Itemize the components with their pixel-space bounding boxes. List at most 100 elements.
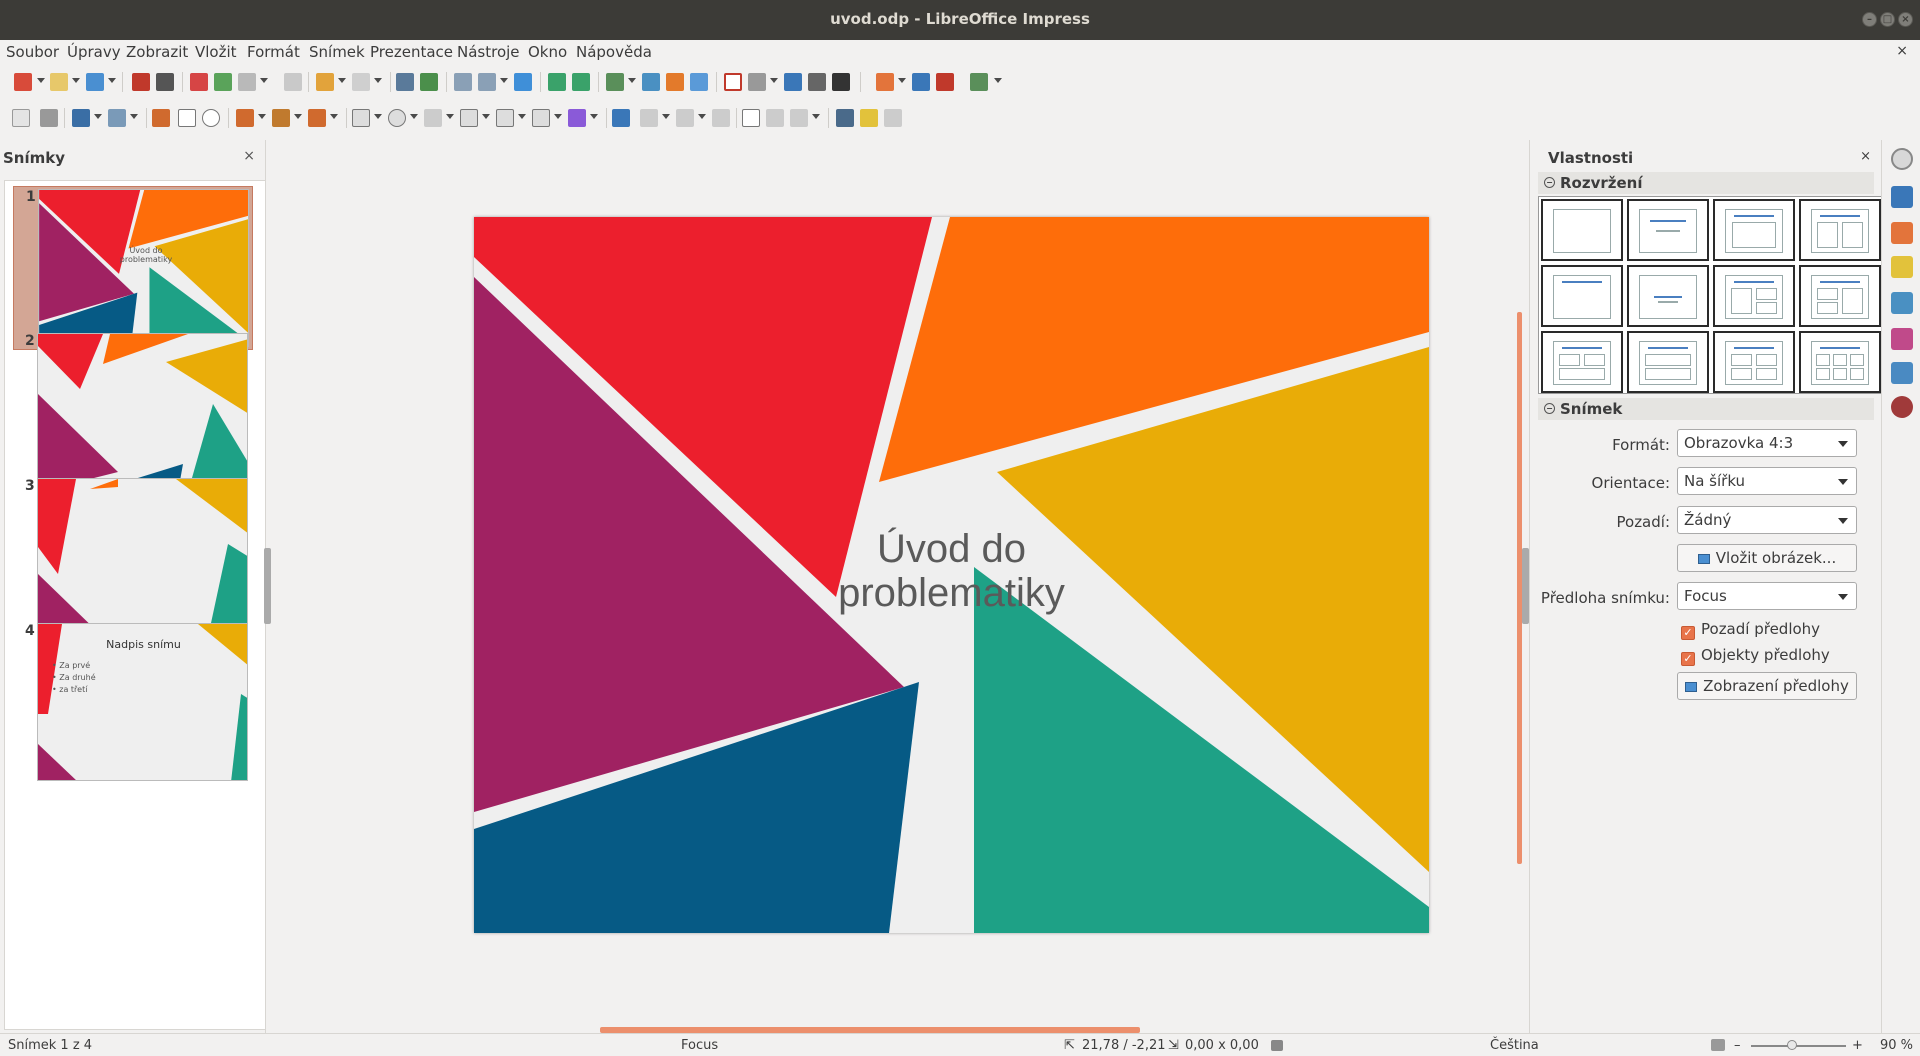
zoom-level[interactable]: 90 % (1880, 1038, 1913, 1053)
slide-canvas[interactable]: Úvod do problematiky (474, 217, 1429, 933)
media-icon[interactable] (666, 73, 684, 91)
basic-shapes-icon[interactable] (352, 109, 370, 127)
layout-title-only[interactable] (1541, 265, 1623, 327)
glue-points-icon[interactable] (860, 109, 878, 127)
slide-transition-tab-icon[interactable] (1891, 292, 1913, 314)
layout-blank[interactable] (1541, 199, 1623, 261)
new-icon[interactable] (14, 73, 32, 91)
new-slide-dropdown-icon[interactable] (898, 78, 906, 83)
table-dropdown-icon[interactable] (628, 78, 636, 83)
lines-arrows-dropdown-icon[interactable] (258, 114, 266, 119)
special-character-icon[interactable] (748, 73, 766, 91)
layout-title-2-content-over[interactable] (1541, 331, 1623, 393)
callouts-icon[interactable] (496, 109, 514, 127)
master-slide-dropdown[interactable]: Focus (1677, 582, 1857, 610)
menu-vlozit[interactable]: Vložit (195, 43, 237, 61)
hyperlink-icon[interactable] (808, 73, 826, 91)
layout-title-content[interactable] (1713, 199, 1795, 261)
paste-dropdown-icon[interactable] (260, 78, 268, 83)
menu-okno[interactable]: Okno (528, 43, 567, 61)
layout-title-content-over-content[interactable] (1627, 331, 1709, 393)
line-color-dropdown-icon[interactable] (94, 114, 102, 119)
layouts-section-header[interactable]: − Rozvržení (1538, 172, 1874, 194)
connectors-icon[interactable] (308, 109, 326, 127)
slide-thumbnail-1[interactable]: 1 Úvod do problematiky (13, 186, 253, 350)
start-current-slide-icon[interactable] (572, 73, 590, 91)
align-icon[interactable] (640, 109, 658, 127)
print-icon[interactable] (156, 73, 174, 91)
undo-icon[interactable] (316, 73, 334, 91)
block-arrows-dropdown-icon[interactable] (446, 114, 454, 119)
align-dropdown-icon[interactable] (662, 114, 670, 119)
menu-nastroje[interactable]: Nástroje (457, 43, 520, 61)
flowchart-dropdown-icon[interactable] (482, 114, 490, 119)
slide-thumbnail-2[interactable]: 2 (13, 331, 253, 495)
slide-section-header[interactable]: − Snímek (1538, 398, 1874, 420)
3d-objects-dropdown-icon[interactable] (590, 114, 598, 119)
duplicate-slide-icon[interactable] (912, 73, 930, 91)
menu-prezentace[interactable]: Prezentace (370, 43, 453, 61)
display-views-icon[interactable] (478, 73, 496, 91)
zoom-slider[interactable] (1751, 1045, 1846, 1047)
collapse-toggle-icon[interactable]: − (1544, 403, 1555, 414)
layout-centered-text[interactable] (1627, 265, 1709, 327)
layout-title-6-content[interactable] (1799, 331, 1881, 393)
basic-shapes-dropdown-icon[interactable] (374, 114, 382, 119)
delete-slide-icon[interactable] (936, 73, 954, 91)
curves-dropdown-icon[interactable] (294, 114, 302, 119)
chart-icon[interactable] (690, 73, 708, 91)
open-dropdown-icon[interactable] (72, 78, 80, 83)
sidebar-collapse-handle[interactable] (1522, 548, 1529, 624)
custom-animation-tab-icon[interactable] (1891, 256, 1913, 278)
language-status[interactable]: Čeština (1490, 1038, 1539, 1053)
background-dropdown[interactable]: Žádný (1677, 506, 1857, 534)
find-replace-icon[interactable] (396, 73, 414, 91)
toggle-extrusion-icon[interactable] (884, 109, 902, 127)
properties-close-icon[interactable]: × (1860, 149, 1871, 164)
zoom-slider-handle[interactable] (1787, 1040, 1797, 1050)
open-icon[interactable] (50, 73, 68, 91)
line-icon[interactable] (152, 109, 170, 127)
distribute-icon[interactable] (712, 109, 730, 127)
block-arrows-icon[interactable] (424, 109, 442, 127)
stars-icon[interactable] (532, 109, 550, 127)
zoom-out-icon[interactable]: – (1734, 1038, 1741, 1053)
image-icon[interactable] (642, 73, 660, 91)
export-pdf-icon[interactable] (132, 73, 150, 91)
menu-snimek[interactable]: Snímek (309, 43, 365, 61)
menu-soubor[interactable]: Soubor (6, 43, 59, 61)
styles-tab-icon[interactable] (1891, 328, 1913, 350)
filter-dropdown-icon[interactable] (812, 114, 820, 119)
master-slide-icon[interactable] (514, 73, 532, 91)
save-dropdown-icon[interactable] (108, 78, 116, 83)
redo-icon[interactable] (352, 73, 370, 91)
symbol-shapes-icon[interactable] (388, 109, 406, 127)
connectors-dropdown-icon[interactable] (330, 114, 338, 119)
collapse-toggle-icon[interactable]: − (1544, 177, 1555, 188)
fill-color-icon[interactable] (108, 109, 126, 127)
gallery-tab-icon[interactable] (1891, 362, 1913, 384)
slide-title-textbox[interactable]: Úvod do problematiky (474, 527, 1429, 615)
display-views-dropdown-icon[interactable] (500, 78, 508, 83)
flowchart-icon[interactable] (460, 109, 478, 127)
sidebar-settings-icon[interactable] (1891, 148, 1913, 170)
crop-icon[interactable] (766, 109, 784, 127)
stars-dropdown-icon[interactable] (554, 114, 562, 119)
format-dropdown[interactable]: Obrazovka 4:3 (1677, 429, 1857, 457)
clone-formatting-icon[interactable] (284, 73, 302, 91)
cut-icon[interactable] (190, 73, 208, 91)
paste-icon[interactable] (238, 73, 256, 91)
line-color-icon[interactable] (72, 109, 90, 127)
master-objects-checkbox[interactable]: ✓ Objekty předlohy (1681, 646, 1830, 666)
show-draw-functions-icon[interactable] (832, 73, 850, 91)
rotate-icon[interactable] (612, 109, 630, 127)
filter-icon[interactable] (790, 109, 808, 127)
fit-slide-icon[interactable] (1711, 1039, 1725, 1051)
save-icon[interactable] (86, 73, 104, 91)
layout-title-2-content[interactable] (1799, 199, 1881, 261)
slide-thumbnail-3[interactable]: 3 (13, 476, 253, 640)
menu-zobrazit[interactable]: Zobrazit (126, 43, 188, 61)
slides-list[interactable]: 1 Úvod do problematiky 2 3 4 Nadpis sním… (4, 180, 266, 1030)
slide-layout-icon[interactable] (970, 73, 988, 91)
properties-tab-icon[interactable] (1891, 186, 1913, 208)
